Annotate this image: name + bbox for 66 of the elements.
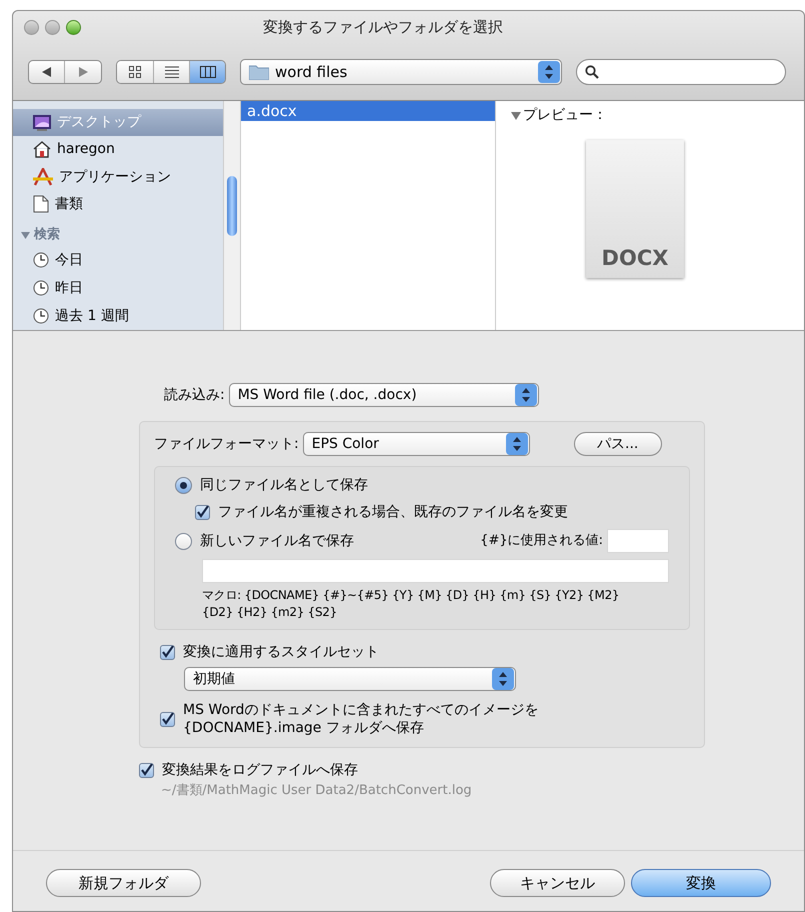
checkbox[interactable] bbox=[195, 505, 210, 520]
radio-button[interactable] bbox=[175, 477, 192, 494]
vertical-scrollbar[interactable] bbox=[223, 101, 241, 330]
disclosure-triangle-icon[interactable] bbox=[21, 230, 30, 240]
save-images-label: MS Wordのドキュメントに含まれたすべてのイメージを {DOCNAME}.image フォルダへ保存 bbox=[183, 701, 538, 737]
pencil-ruler-icon bbox=[33, 168, 53, 186]
import-label: 読み込み: bbox=[164, 386, 225, 404]
house-icon bbox=[33, 141, 51, 158]
search-field[interactable] bbox=[576, 59, 786, 85]
radio-option[interactable]: 同じファイル名として保存 bbox=[175, 475, 368, 496]
columns-icon bbox=[200, 66, 216, 78]
checkbox[interactable] bbox=[160, 645, 175, 660]
style-set-popup[interactable]: 初期値 bbox=[184, 667, 516, 691]
sidebar-item[interactable]: haregon bbox=[13, 136, 223, 164]
view-mode-button[interactable] bbox=[117, 61, 153, 83]
view-mode-button[interactable] bbox=[189, 61, 225, 83]
back-arrow-icon bbox=[42, 67, 51, 77]
stepper-icon bbox=[506, 433, 528, 455]
style-set-label: 変換に適用するスタイルセット bbox=[183, 643, 379, 662]
log-path: ~/書類/MathMagic User Data2/BatchConvert.log bbox=[160, 782, 473, 800]
stepper-icon bbox=[492, 668, 514, 690]
forward-arrow-icon bbox=[78, 67, 88, 77]
new-folder-button[interactable]: 新規フォルダ bbox=[46, 869, 201, 897]
preview-label: プレビュー： bbox=[523, 106, 607, 125]
checkbox[interactable] bbox=[139, 763, 154, 778]
radio-option[interactable]: 新しいファイル名で保存 bbox=[175, 530, 354, 552]
macro-note: マクロ: {DOCNAME} {#}~{#5} {Y} {M} {D} {H} {m} {S} {Y2} {M2} {D2} {H2} {m2} {S2} bbox=[202, 587, 620, 621]
stepper-icon bbox=[514, 384, 537, 406]
stepper-icon bbox=[538, 61, 560, 83]
convert-button[interactable]: 変換 bbox=[631, 869, 771, 897]
list-icon bbox=[164, 66, 178, 78]
sidebar-item[interactable]: アプリケーション bbox=[13, 164, 223, 191]
sidebar-item[interactable]: 過去 1 週間 bbox=[13, 302, 223, 330]
folder-icon bbox=[249, 64, 269, 80]
rename-checkbox-label: ファイル名が重複される場合、既存のファイル名を変更 bbox=[218, 503, 568, 522]
search-icon bbox=[585, 65, 599, 79]
sidebar-item[interactable]: 書類 bbox=[13, 190, 223, 218]
close-button[interactable] bbox=[24, 20, 39, 35]
import-popup[interactable]: MS Word file (.doc, .docx) bbox=[228, 383, 539, 407]
clock-icon bbox=[33, 252, 49, 268]
location-popup[interactable]: word files bbox=[240, 59, 562, 85]
counter-label: {#}に使用される値: bbox=[480, 532, 603, 550]
document-thumbnail: DOCX bbox=[586, 140, 684, 278]
monitor-icon bbox=[33, 114, 51, 131]
file-item[interactable]: a.docx bbox=[241, 101, 495, 121]
filename-pattern-field[interactable] bbox=[202, 559, 669, 583]
clock-icon bbox=[33, 308, 49, 324]
counter-field[interactable] bbox=[607, 529, 669, 553]
cancel-button[interactable]: キャンセル bbox=[490, 869, 625, 897]
checkbox[interactable] bbox=[160, 712, 175, 726]
view-mode-button[interactable] bbox=[153, 61, 189, 83]
log-label: 変換結果をログファイルへ保存 bbox=[162, 761, 358, 780]
sidebar-item[interactable]: 昨日 bbox=[13, 274, 223, 302]
document-icon bbox=[33, 195, 49, 214]
format-popup[interactable]: EPS Color bbox=[302, 432, 530, 456]
sidebar-heading: 検索 bbox=[34, 226, 60, 244]
window-title: 変換するファイルやフォルダを選択 bbox=[263, 17, 503, 38]
sidebar-item[interactable]: 今日 bbox=[13, 246, 223, 274]
radio-button[interactable] bbox=[175, 532, 192, 550]
format-label: ファイルフォーマット: bbox=[154, 434, 299, 454]
grid-icon bbox=[129, 66, 141, 78]
clock-icon bbox=[33, 280, 49, 296]
path-button[interactable]: パス... bbox=[574, 432, 662, 456]
zoom-button[interactable] bbox=[66, 20, 81, 35]
disclosure-triangle-icon[interactable] bbox=[511, 111, 521, 120]
minimize-button[interactable] bbox=[45, 20, 60, 35]
